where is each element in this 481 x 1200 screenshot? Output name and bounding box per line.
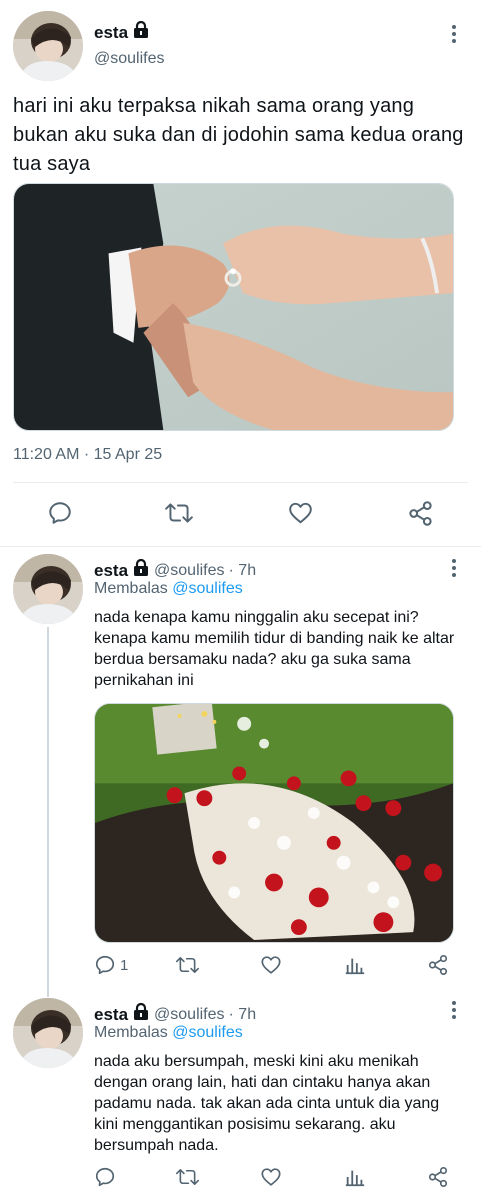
retweet-button[interactable] — [175, 954, 200, 976]
divider — [13, 482, 468, 483]
avatar-reply-1[interactable] — [13, 554, 83, 624]
reply-author[interactable]: esta @soulifes · 7h — [94, 1002, 257, 1026]
wedding-ring-hands-photo[interactable] — [13, 183, 454, 431]
heart-icon — [289, 502, 312, 524]
reply-button[interactable]: 1 — [94, 954, 128, 976]
reply-handle[interactable]: @soulifes — [154, 562, 225, 580]
analytics-button[interactable] — [344, 954, 366, 976]
author-name[interactable]: esta — [94, 20, 149, 44]
reply-author-name[interactable]: esta — [94, 1005, 128, 1025]
divider — [0, 546, 481, 547]
lock-icon — [133, 1002, 149, 1026]
thread-connector — [47, 627, 49, 997]
heart-icon — [261, 956, 281, 974]
reply-count: 1 — [120, 956, 129, 974]
reply-icon — [49, 502, 71, 524]
retweet-button[interactable] — [164, 500, 194, 526]
reply-button[interactable] — [47, 500, 73, 526]
share-button[interactable] — [427, 1166, 449, 1188]
more-icon[interactable] — [444, 556, 464, 580]
author-name-text[interactable]: esta — [94, 23, 128, 43]
lock-icon — [133, 20, 149, 44]
share-icon — [428, 955, 448, 975]
more-icon[interactable] — [444, 22, 464, 46]
lock-icon — [133, 558, 149, 582]
avatar-main[interactable] — [13, 11, 83, 81]
replying-label: Membalas — [94, 580, 168, 597]
like-button[interactable] — [260, 1166, 282, 1188]
analytics-icon — [345, 1170, 365, 1187]
share-button[interactable] — [427, 954, 449, 976]
like-button[interactable] — [287, 500, 314, 526]
retweet-icon — [175, 957, 200, 973]
avatar-reply-2[interactable] — [13, 998, 83, 1068]
replying-label: Membalas — [94, 1024, 168, 1041]
reply-author-name[interactable]: esta — [94, 561, 128, 581]
reply-time[interactable]: · 7h — [229, 1006, 257, 1024]
heart-icon — [261, 1168, 281, 1186]
replying-to: Membalas @soulifes — [94, 580, 243, 598]
tweet-text: hari ini aku terpaksa nikah sama orang y… — [13, 95, 464, 175]
like-button[interactable] — [260, 954, 282, 976]
analytics-button[interactable] — [344, 1166, 366, 1188]
retweet-button[interactable] — [175, 1166, 200, 1188]
reply-time[interactable]: · 7h — [229, 562, 257, 580]
mention-link[interactable]: @soulifes — [172, 1024, 243, 1041]
reply-text: nada kenapa kamu ninggalin aku secepat i… — [94, 609, 455, 689]
tweet-timestamp[interactable]: 11:20 AM · 15 Apr 25 — [13, 446, 162, 464]
mention-link[interactable]: @soulifes — [172, 580, 243, 597]
analytics-icon — [345, 958, 365, 975]
reply-handle[interactable]: @soulifes — [154, 1006, 225, 1024]
replying-to: Membalas @soulifes — [94, 1024, 243, 1042]
share-icon — [409, 501, 432, 526]
reply-icon — [95, 1167, 115, 1187]
grave-with-roses-photo[interactable] — [94, 703, 454, 943]
retweet-icon — [165, 503, 193, 523]
share-button[interactable] — [407, 500, 434, 527]
retweet-icon — [175, 1169, 200, 1185]
reply-button[interactable] — [94, 1166, 116, 1188]
reply-author[interactable]: esta @soulifes · 7h — [94, 558, 257, 582]
share-icon — [428, 1167, 448, 1187]
author-handle[interactable]: @soulifes — [94, 50, 165, 68]
reply-text: nada aku bersumpah, meski kini aku menik… — [94, 1053, 440, 1154]
more-icon[interactable] — [444, 998, 464, 1022]
reply-icon — [95, 955, 115, 975]
